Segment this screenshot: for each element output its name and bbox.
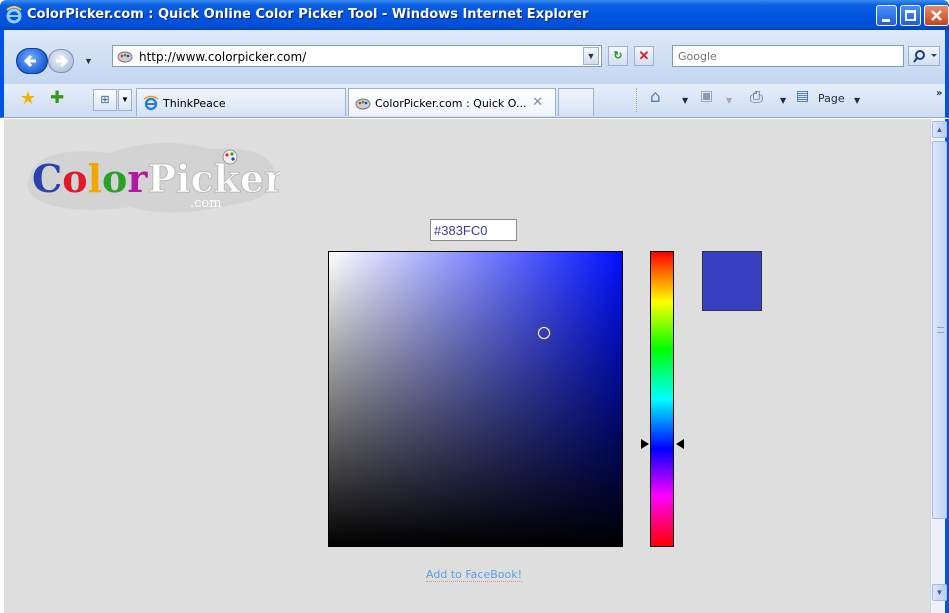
hex-color-input[interactable]: [430, 219, 517, 241]
scroll-up-button[interactable]: ▲: [932, 121, 947, 138]
window-title: ColorPicker.com : Quick Online Color Pic…: [27, 7, 589, 22]
print-icon[interactable]: ⎙: [750, 87, 763, 107]
page-menu[interactable]: Page: [818, 92, 845, 105]
search-button[interactable]: [908, 46, 940, 66]
ie-page-icon: [143, 95, 159, 111]
toolbar-overflow-icon[interactable]: »: [936, 88, 942, 99]
vertical-scrollbar[interactable]: ▲ ▼: [930, 119, 949, 613]
feeds-dropdown[interactable]: ▼: [726, 96, 732, 105]
home-dropdown[interactable]: ▼: [682, 96, 688, 105]
recent-pages-dropdown[interactable]: ▼: [84, 56, 93, 66]
page-favicon-icon: [355, 98, 371, 110]
page-favicon-icon: [117, 51, 133, 63]
page-dropdown[interactable]: ▼: [854, 96, 860, 105]
logo-subtext: .com: [190, 196, 222, 211]
hue-slider[interactable]: [650, 251, 674, 547]
window-title-bar[interactable]: ColorPicker.com : Quick Online Color Pic…: [0, 0, 949, 30]
quick-tabs-button[interactable]: ⊞: [93, 89, 117, 111]
new-tab-button[interactable]: [558, 88, 594, 116]
hue-slider-left-arrow[interactable]: [641, 439, 649, 449]
print-dropdown[interactable]: ▼: [780, 96, 786, 105]
close-window-button[interactable]: [924, 5, 949, 26]
close-icon: [931, 10, 942, 21]
tab-colorpicker[interactable]: ColorPicker.com : Quick O... ✕: [348, 88, 556, 116]
hue-slider-right-arrow[interactable]: [676, 439, 684, 449]
minimize-button[interactable]: [876, 5, 897, 26]
tab-label: ColorPicker.com : Quick O...: [375, 97, 527, 110]
stop-button[interactable]: ✕: [634, 46, 654, 66]
url-text[interactable]: http://www.colorpicker.com/: [139, 50, 306, 64]
back-button[interactable]: [16, 48, 48, 74]
forward-arrow-icon: [56, 54, 69, 68]
address-field[interactable]: http://www.colorpicker.com/: [112, 45, 602, 67]
forward-button[interactable]: [48, 49, 74, 73]
page-content: ColorPicker .com Add to FaceBook!: [4, 119, 930, 613]
page-icon[interactable]: ▤: [796, 88, 809, 104]
add-to-facebook-link[interactable]: Add to FaceBook!: [384, 568, 564, 582]
color-picker-cursor[interactable]: [538, 327, 550, 339]
feeds-icon[interactable]: ▣: [700, 88, 713, 104]
scroll-grip-icon: [937, 327, 944, 333]
favorites-star-icon[interactable]: ★: [20, 88, 36, 109]
colorpicker-logo: ColorPicker .com: [27, 142, 280, 213]
tab-thinkpeace[interactable]: ThinkPeace: [136, 88, 346, 116]
tab-list-dropdown[interactable]: ▼: [118, 89, 132, 111]
scroll-thumb[interactable]: [932, 141, 947, 519]
maximize-button[interactable]: [900, 5, 921, 26]
add-favorites-icon[interactable]: ✚: [50, 88, 64, 108]
ie-logo-icon: [6, 6, 22, 24]
close-tab-icon[interactable]: ✕: [532, 95, 543, 110]
saturation-value-picker[interactable]: [328, 251, 623, 547]
tab-label: ThinkPeace: [163, 97, 226, 110]
selected-color-swatch: [702, 251, 762, 311]
search-box[interactable]: [672, 45, 904, 67]
scroll-down-button[interactable]: ▼: [932, 584, 947, 601]
add-to-facebook-label: Add to FaceBook!: [426, 568, 522, 582]
toolbar-separator: [636, 88, 637, 112]
search-icon: [913, 50, 937, 63]
search-input[interactable]: [673, 46, 903, 66]
back-arrow-icon: [23, 54, 36, 68]
address-dropdown-button[interactable]: ▼: [583, 47, 599, 65]
home-icon[interactable]: ⌂: [650, 87, 661, 107]
svg-text:ColorPicker: ColorPicker: [32, 156, 280, 201]
refresh-button[interactable]: ↻: [608, 46, 628, 66]
